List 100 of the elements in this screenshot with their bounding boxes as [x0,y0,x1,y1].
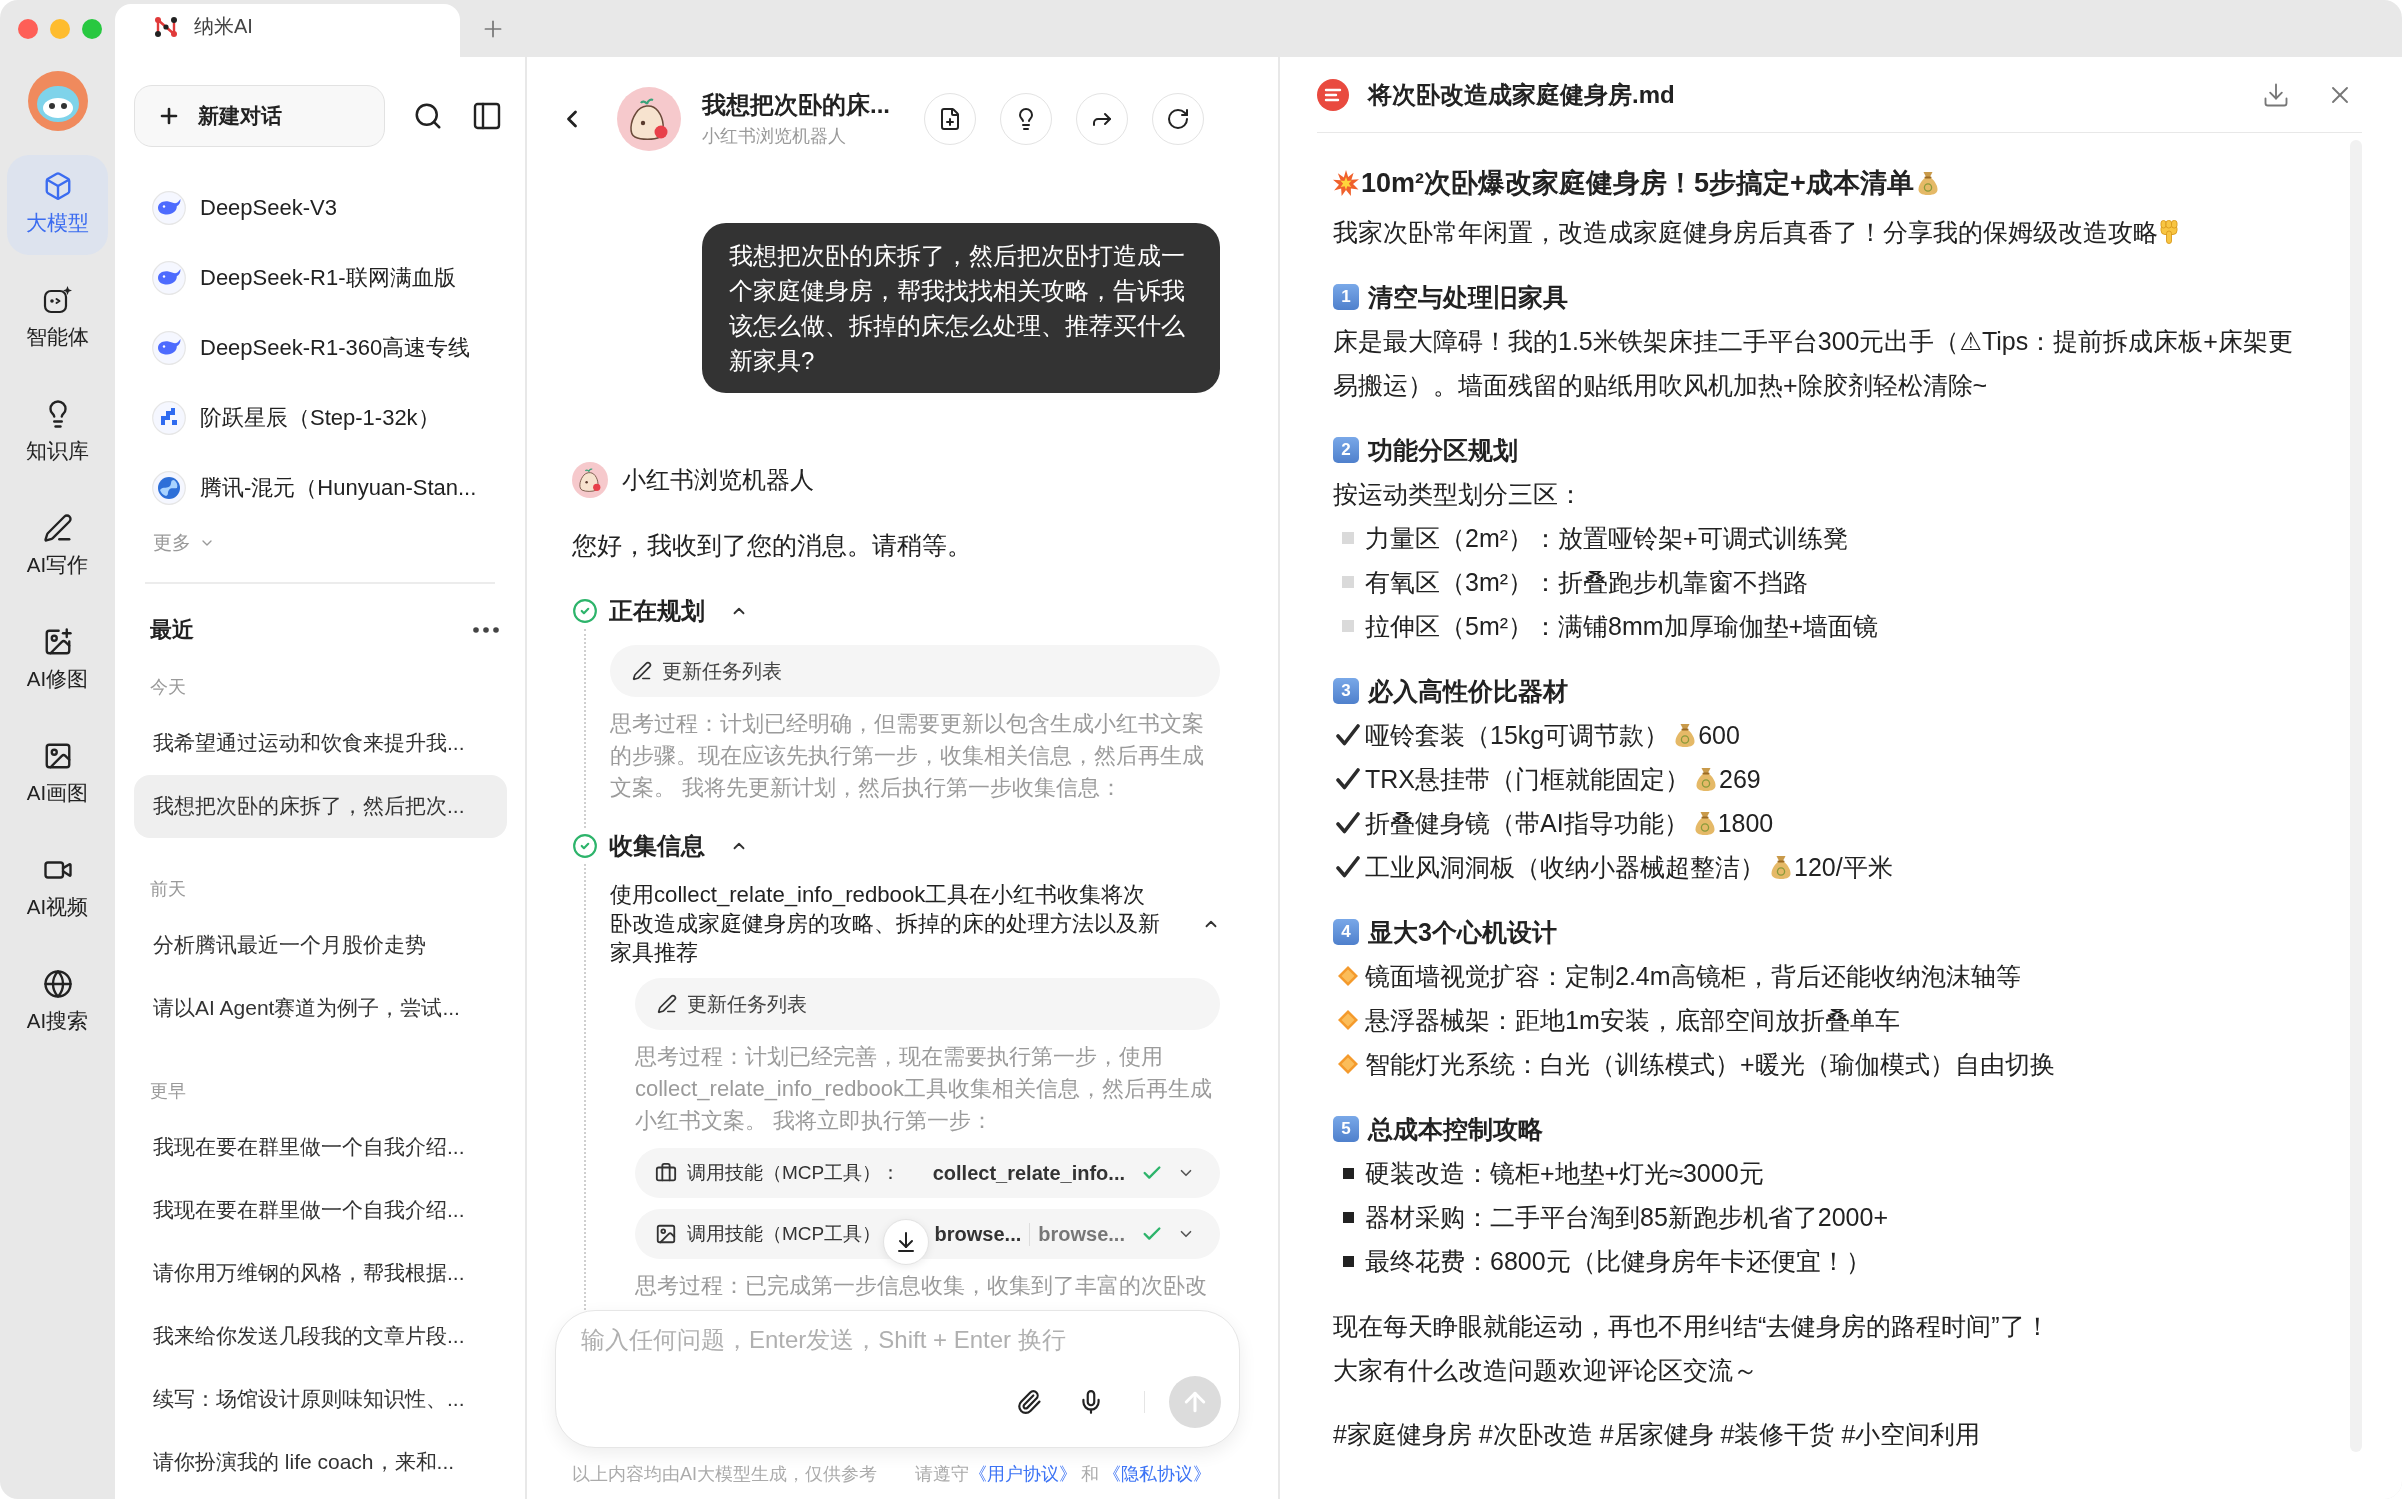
price-text: 1800 [1717,808,1774,839]
task-description: 使用collect_relate_info_redbook工具在小红书收集将次卧改造成家庭健身房的攻略、拆掉的床的处理方法以及新家具推荐 [610,881,1161,967]
nav-item[interactable]: 大模型 [7,155,108,255]
browser-tab[interactable]: 纳米AI [115,4,460,57]
section-number: 3 [1333,678,1359,704]
chat-history-item[interactable]: 我想把次卧的床拆了，然后把次... [134,774,507,838]
chat-history-item[interactable]: 我希望通过运动和饮食来提升我... [134,711,507,775]
money-bag-icon [1696,767,1716,791]
section-heading: 必入高性价比器材 [1368,676,1568,707]
nav-item[interactable]: AI搜索 [7,953,108,1053]
skill-call-card[interactable]: 调用技能（MCP工具）： collect_relate_info... [635,1148,1220,1198]
list-item-text: TRX悬挂带（门框就能固定） [1365,764,1690,795]
briefcase-icon [655,1162,677,1184]
check-icon [1336,856,1360,878]
conjunction-text: 和 [1081,1462,1099,1486]
thinking-text: 思考过程：计划已经明确，但需要更新以包含生成小红书文案的步骤。现在应该先执行第一步，收集相关信息，然后再生成文案。 我将先更新计划，然后执行第一步收集信息： [610,710,1205,802]
chat-history-item[interactable]: 请你扮演我的 life coach，来和... [134,1430,507,1494]
model-item[interactable]: DeepSeek-R1-360高速专线 [134,313,507,383]
square-icon [1342,620,1354,632]
list-item-text: 悬浮器械架：距地1m安装，底部空间放折叠单车 [1365,1005,1900,1036]
diamond-icon [1338,1010,1358,1030]
section-number: 5 [1333,1116,1359,1142]
user-agreement-link[interactable]: 《用户协议》 [969,1461,1077,1486]
step-title: 收集信息 [609,831,705,861]
list-item-text: 哑铃套装（15kg可调节款） [1365,720,1670,751]
chat-history-item[interactable]: 我来给你发送几段我的文章片段... [134,1304,507,1368]
section-number: 1 [1333,284,1359,310]
skill-label: 调用技能（MCP工具） [687,1222,882,1246]
list-icon [1317,78,1349,111]
diamond-icon [1338,966,1358,986]
closing-text: 现在每天睁眼就能运动，再也不用纠结“去健身房的路程时间”了！ [1333,1311,2051,1342]
section-heading: 功能分区规划 [1368,435,1518,466]
chat-history-item[interactable]: 分析腾讯最近一个月股价走势 [134,913,507,977]
message-input[interactable]: 输入任何问题，Enter发送，Shift + Enter 换行 [581,1323,1221,1357]
chat-history-item[interactable]: 请你用万维钢的风格，帮我根据... [134,1241,507,1305]
chat-history-item[interactable]: 续写：场馆设计原则味知识性、... [134,1367,507,1431]
paperclip-icon [1016,1389,1042,1415]
ellipsis-icon [473,626,499,633]
list-item-text: 力量区（2m²）：放置哑铃架+可调式训练凳 [1365,523,1848,554]
chat-history-item[interactable]: 我现在要在群里做一个自我介绍... [134,1115,507,1179]
list-item-text: 折叠健身镜（带AI指导功能） [1365,808,1689,839]
new-chat-button[interactable]: 新建对话 [134,85,385,147]
nav-item[interactable]: AI视频 [7,839,108,939]
skill-label: 调用技能（MCP工具）： [687,1161,901,1185]
face-sparkle-icon [42,285,73,315]
check-icon [1336,724,1360,746]
recent-heading: 最近 [150,615,194,644]
agreement-prefix: 请遵守 [915,1462,969,1486]
nav-item[interactable]: AI画图 [7,725,108,825]
bot-avatar [572,462,608,498]
chat-history-item[interactable]: 我现在要在群里做一个自我介绍... [134,1178,507,1242]
paragraph-text: 床是最大障碍！我的1.5米铁架床挂二手平台300元出手（⚠Tips：提前拆成床板+床架更易搬运）。墙面残留的贴纸用吹风机加热+除胶剂轻松清除~ [1333,326,2294,401]
section-number: 4 [1333,919,1359,945]
sphere-icon [152,471,186,505]
model-item[interactable]: DeepSeek-V3 [134,173,507,243]
square-icon [1342,1255,1354,1267]
list-item-text: 工业风洞洞板（收纳小器械超整洁） [1365,852,1765,883]
list-item-text: 器材采购：二手平台淘到85新跑步机省了2000+ [1365,1202,1889,1233]
model-item[interactable]: DeepSeek-R1-联网满血版 [134,243,507,313]
image-icon [655,1223,677,1245]
document-plus-icon [938,107,962,131]
hashtags-text: #家庭健身房 #次卧改造 #居家健身 #装修干货 #小空间利用 [1333,1419,1982,1450]
square-icon [1342,1211,1354,1223]
bot-name: 小红书浏览机器人 [622,465,814,495]
model-item[interactable]: 阶跃星辰（Step-1-32k） [134,383,507,453]
money-bag-icon [1675,723,1696,747]
money-bag-icon [1771,855,1791,879]
refresh-button[interactable] [1152,93,1204,145]
nav-item[interactable]: 智能体 [7,269,108,369]
nav-item[interactable]: 知识库 [7,383,108,483]
privacy-policy-link[interactable]: 《隐私协议》 [1103,1461,1211,1486]
steps-icon [152,401,186,435]
model-item[interactable]: 腾讯-混元（Hunyuan-Stan... [134,453,507,523]
disclaimer-text: 以上内容均由AI大模型生成，仅供参考 [572,1462,877,1486]
share-button[interactable] [1076,93,1128,145]
nav-item[interactable]: AI修图 [7,611,108,711]
intro-text: 我家次卧常年闲置，改造成家庭健身房后真香了！分享我的保姆级改造攻略 [1333,217,2158,248]
step-title: 正在规划 [609,596,705,626]
globe-icon [42,969,73,999]
check-icon [1336,812,1360,834]
date-group-label: 今天 [149,675,187,699]
burst-icon [1333,170,1359,196]
pen-icon [42,513,73,543]
closing-text: 大家有什么改造问题欢迎评论区交流～ [1333,1355,1759,1386]
diamond-icon [1338,1054,1358,1074]
note-button[interactable] [924,93,976,145]
lightbulb-button[interactable] [1000,93,1052,145]
attach-button[interactable] [1016,1389,1042,1415]
list-item-text: 智能灯光系统：白光（训练模式）+暖光（瑜伽模式）自由切换 [1365,1049,2055,1080]
nav-item[interactable]: AI写作 [7,497,108,597]
square-icon [1342,532,1354,544]
list-item-text: 硬装改造：镜柜+地垫+灯光≈3000元 [1365,1158,1764,1189]
thinking-text: 思考过程：计划已经完善，现在需要执行第一步，使用collect_relate_info_redbook工具收集相关信息，然后再生成小红书文案。 我将立即执行第一步： [635,1043,1214,1135]
square-icon [1342,1167,1354,1179]
chat-history-item[interactable]: 请以AI Agent赛道为例子，尝试... [134,976,507,1040]
tool-call-label: 更新任务列表 [662,658,782,684]
chat-subtitle: 小红书浏览机器人 [702,125,847,148]
money-bag-icon [1694,811,1715,835]
skill-call-card[interactable]: 调用技能（MCP工具） browse... browse... [635,1209,1220,1259]
list-item-text: 拉伸区（5m²）：满铺8mm加厚瑜伽垫+墙面镜 [1365,611,1879,642]
